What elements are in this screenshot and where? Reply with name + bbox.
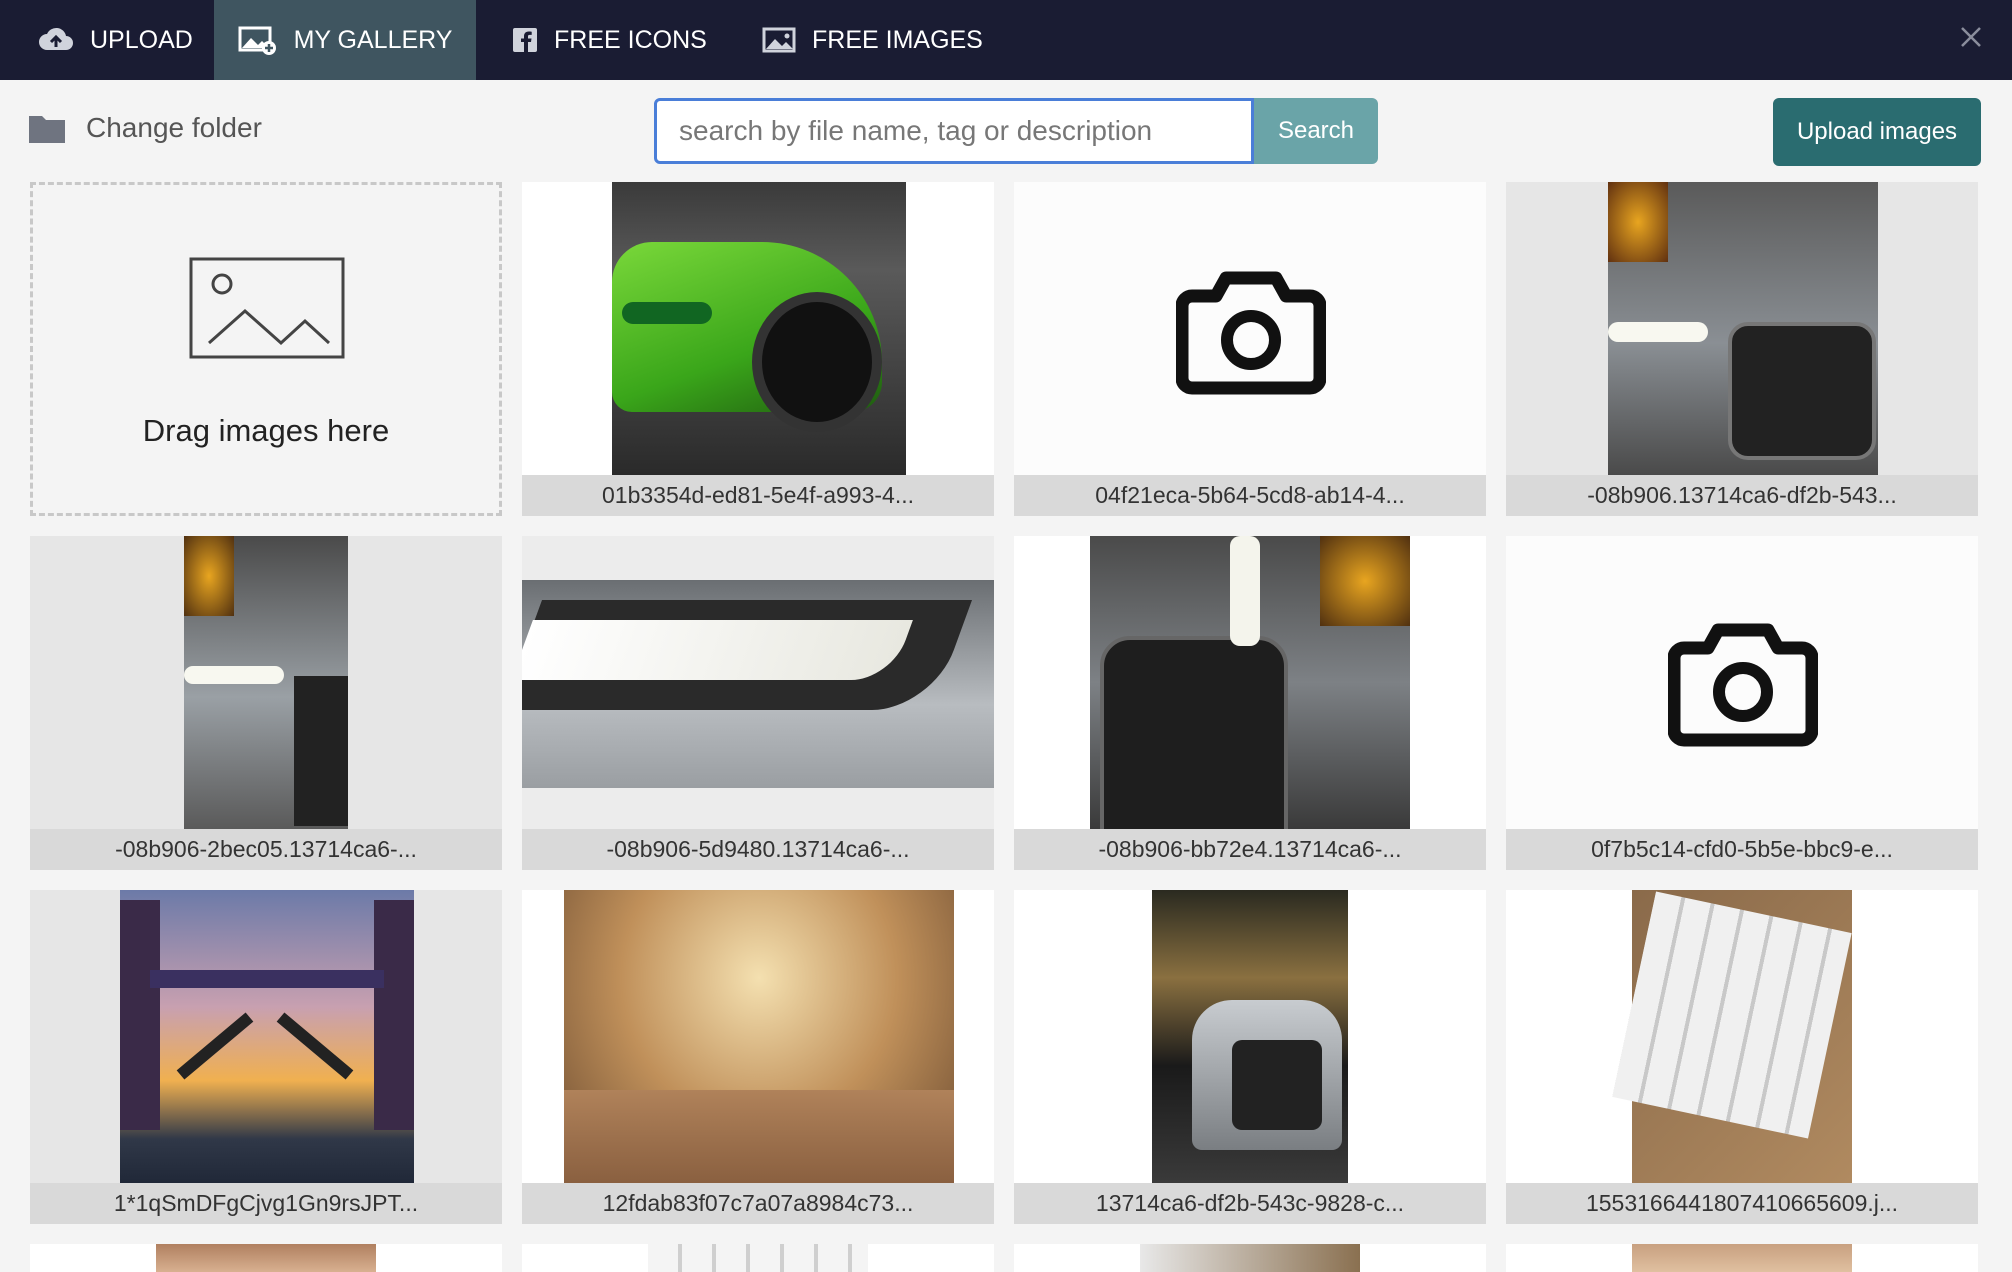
- thumbnail-camera: [1506, 536, 1978, 829]
- facebook-square-icon: [513, 28, 537, 52]
- thumbnail-keyboard: [1506, 890, 1978, 1183]
- thumbnail-partial: [1632, 1244, 1852, 1272]
- thumbnail-audi-grille: [1014, 536, 1486, 829]
- thumbnail-partial: [648, 1244, 868, 1272]
- dropzone-label: Drag images here: [142, 413, 390, 448]
- gallery-card-partial[interactable]: [1506, 1244, 1978, 1272]
- card-caption: -08b906.13714ca6-df2b-543...: [1506, 475, 1978, 516]
- card-caption: 1553166441807410665609.j...: [1506, 1183, 1978, 1224]
- camera-icon: [1176, 271, 1326, 395]
- image-placeholder-icon: [189, 257, 345, 359]
- upload-images-button[interactable]: Upload images: [1773, 98, 1981, 166]
- tab-upload-label: UPLOAD: [90, 25, 193, 54]
- thumbnail-headlight: [522, 536, 994, 829]
- change-folder-label: Change folder: [86, 112, 262, 143]
- thumbnail-partial: [156, 1244, 376, 1272]
- image-icon: [762, 27, 796, 53]
- thumbnail-audi-night: [1014, 890, 1486, 1183]
- card-caption: -08b906-5d9480.13714ca6-...: [522, 829, 994, 870]
- gallery-card[interactable]: -08b906-bb72e4.13714ca6-...: [1014, 536, 1486, 870]
- gallery-card-partial[interactable]: [1014, 1244, 1486, 1272]
- gallery-card[interactable]: -08b906.13714ca6-df2b-543...: [1506, 182, 1978, 516]
- gallery-card[interactable]: -08b906-2bec05.13714ca6-...: [30, 536, 502, 870]
- card-caption: 0f7b5c14-cfd0-5b5e-bbc9-e...: [1506, 829, 1978, 870]
- folder-icon: [29, 116, 65, 143]
- thumbnail-partial: [1140, 1244, 1360, 1272]
- change-folder-button[interactable]: Change folder: [28, 112, 262, 144]
- gallery-card[interactable]: 1*1qSmDFgCjvg1Gn9rsJPT...: [30, 890, 502, 1224]
- gallery-card[interactable]: 13714ca6-df2b-543c-9828-c...: [1014, 890, 1486, 1224]
- search-input[interactable]: [654, 98, 1254, 164]
- card-caption: 13714ca6-df2b-543c-9828-c...: [1014, 1183, 1486, 1224]
- tab-upload[interactable]: UPLOAD: [38, 0, 193, 80]
- card-caption: 1*1qSmDFgCjvg1Gn9rsJPT...: [30, 1183, 502, 1224]
- card-caption: 01b3354d-ed81-5e4f-a993-4...: [522, 475, 994, 516]
- card-caption: 12fdab83f07c7a07a8984c73...: [522, 1183, 994, 1224]
- card-caption: 04f21eca-5b64-5cd8-ab14-4...: [1014, 475, 1486, 516]
- card-caption: -08b906-bb72e4.13714ca6-...: [1014, 829, 1486, 870]
- thumbnail-camera: [1014, 182, 1486, 475]
- tab-my-gallery-label: MY GALLERY: [293, 25, 453, 54]
- thumbnail-audi-front: [1506, 182, 1978, 475]
- gallery-card[interactable]: -08b906-5d9480.13714ca6-...: [522, 536, 994, 870]
- gallery-card[interactable]: 01b3354d-ed81-5e4f-a993-4...: [522, 182, 994, 516]
- gallery-card[interactable]: 0f7b5c14-cfd0-5b5e-bbc9-e...: [1506, 536, 1978, 870]
- gallery-card-partial[interactable]: [522, 1244, 994, 1272]
- camera-icon: [1668, 623, 1818, 747]
- tab-free-icons[interactable]: FREE ICONS: [512, 0, 707, 80]
- gallery-add-icon: [238, 26, 276, 55]
- dropzone[interactable]: Drag images here: [30, 182, 502, 516]
- gallery-card-partial[interactable]: [30, 1244, 502, 1272]
- gallery-card[interactable]: 1553166441807410665609.j...: [1506, 890, 1978, 1224]
- tab-free-icons-label: FREE ICONS: [554, 25, 707, 54]
- thumbnail-green-sports-car: [522, 182, 994, 475]
- cloud-upload-icon: [39, 27, 73, 50]
- thumbnail-blurred-cafe: [522, 890, 994, 1183]
- tab-my-gallery[interactable]: MY GALLERY: [214, 0, 476, 80]
- gallery-card[interactable]: 12fdab83f07c7a07a8984c73...: [522, 890, 994, 1224]
- card-caption: -08b906-2bec05.13714ca6-...: [30, 829, 502, 870]
- close-icon[interactable]: [1956, 22, 1986, 52]
- search-button[interactable]: Search: [1254, 98, 1378, 164]
- thumbnail-tower-bridge: [30, 890, 502, 1183]
- tab-free-images[interactable]: FREE IMAGES: [762, 0, 983, 80]
- thumbnail-audi-side: [30, 536, 502, 829]
- tab-free-images-label: FREE IMAGES: [812, 25, 983, 54]
- top-tab-bar: UPLOAD MY GALLERY FREE ICONS FREE IMAGES: [0, 0, 2012, 80]
- gallery-card[interactable]: 04f21eca-5b64-5cd8-ab14-4...: [1014, 182, 1486, 516]
